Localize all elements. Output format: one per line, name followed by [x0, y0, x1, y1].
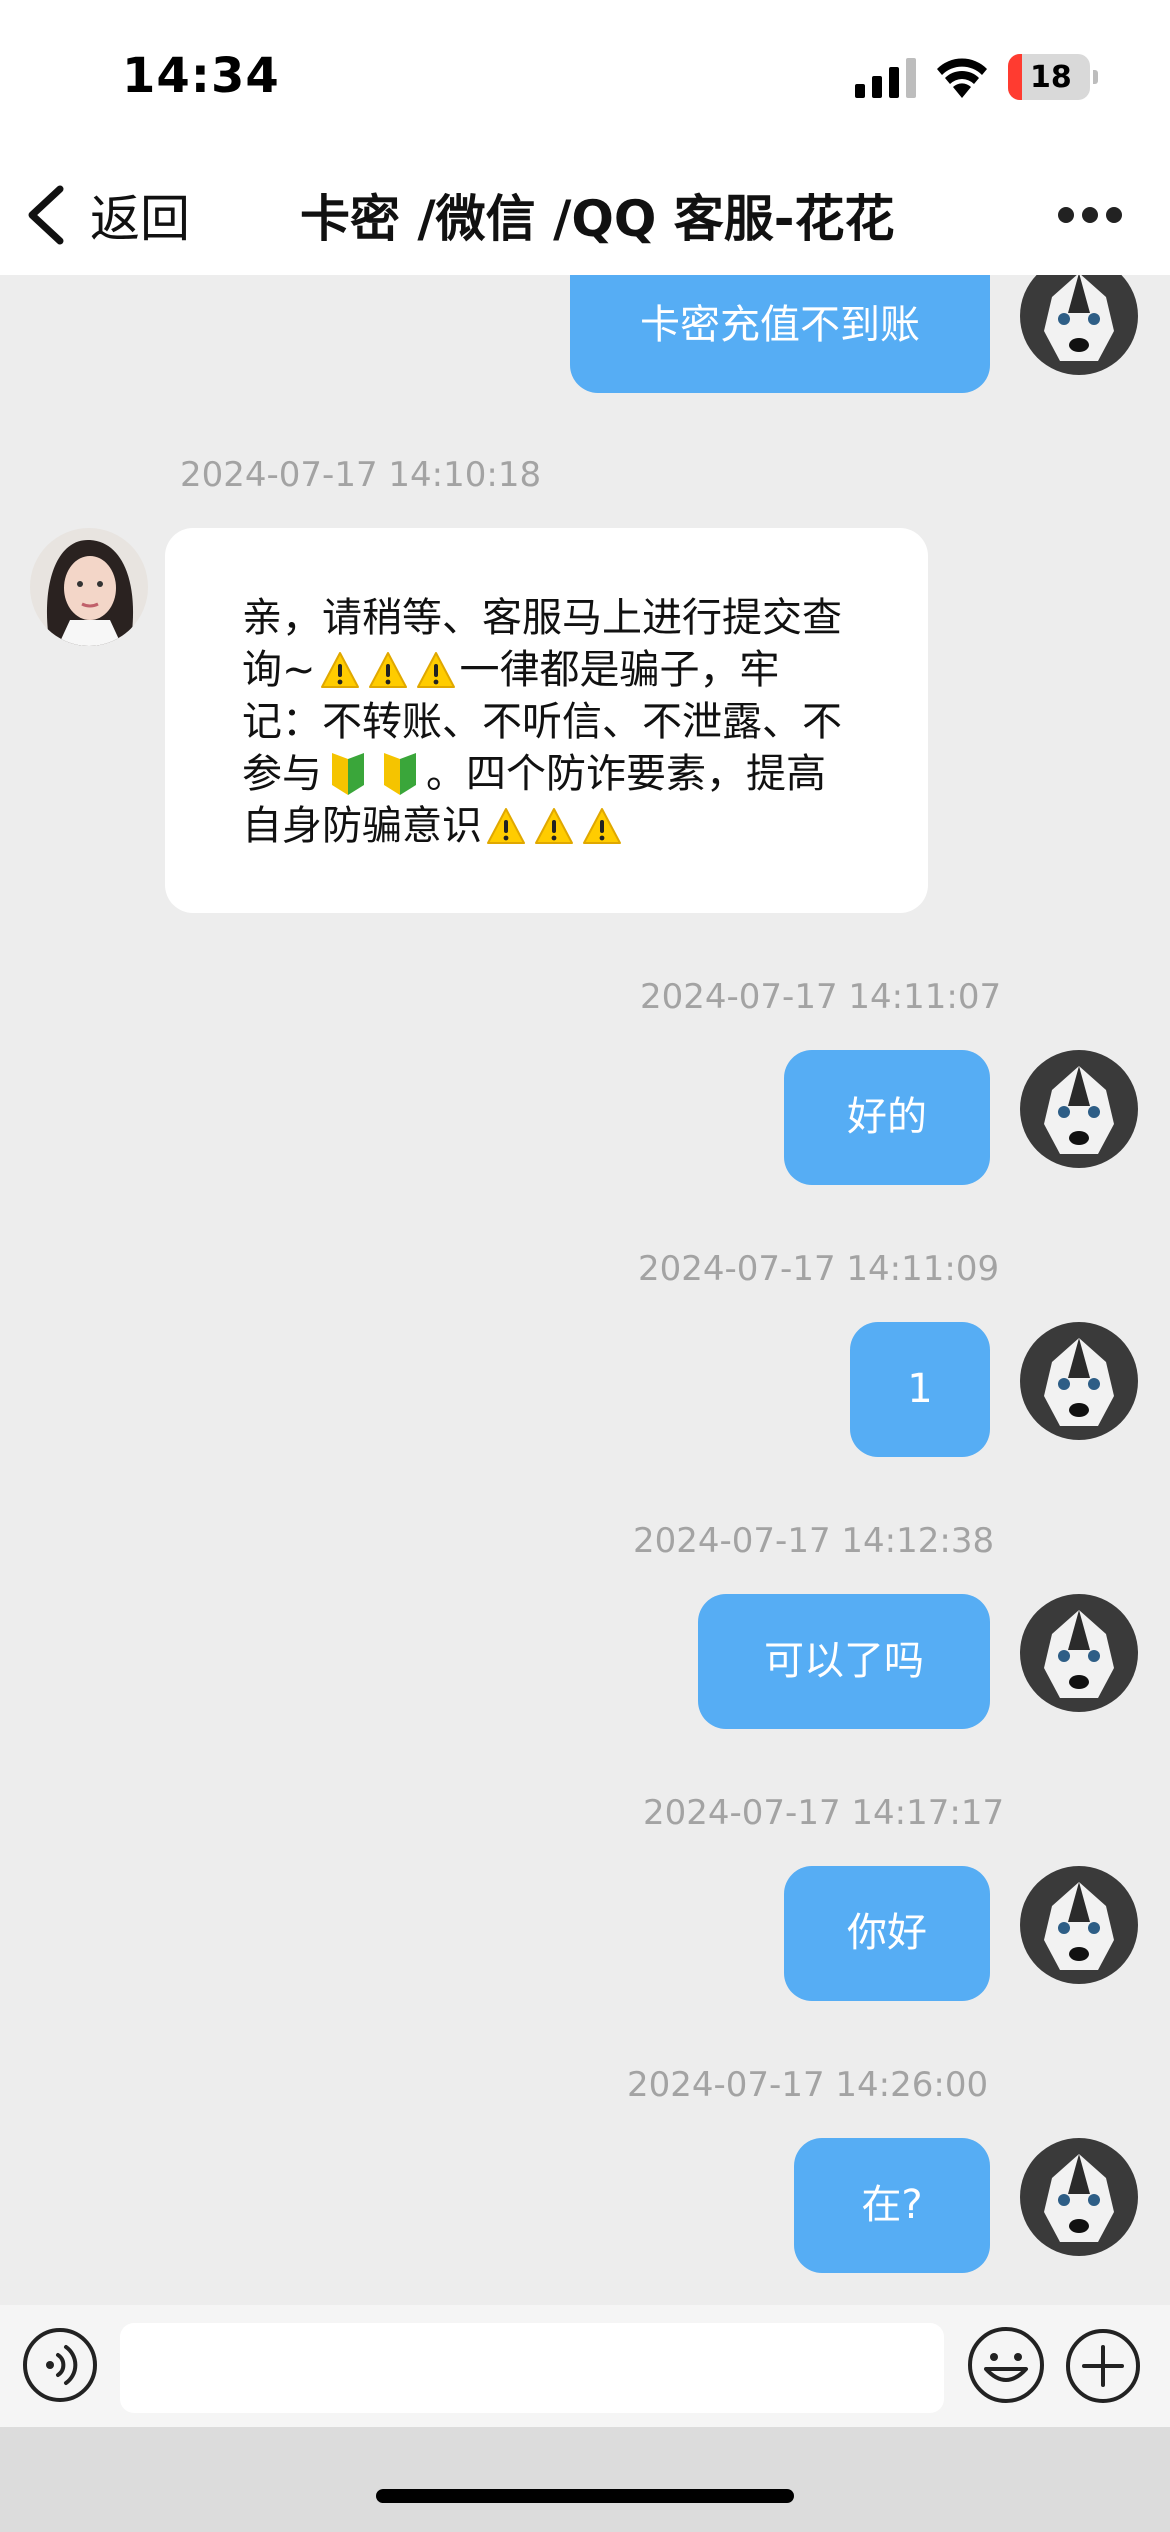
- message-text: 亲，请稍等、客服马上进行提交查: [242, 595, 842, 641]
- message-text: 。四个防诈要素，提高: [426, 751, 826, 797]
- home-indicator[interactable]: [376, 2489, 794, 2503]
- outgoing-message[interactable]: 1: [850, 1322, 990, 1457]
- message-text: 你好: [847, 1910, 927, 1956]
- warning-emoji-icon: [368, 652, 407, 688]
- message-text-line: 自身防骗意识: [242, 800, 884, 852]
- warning-emoji-icon: [535, 808, 573, 844]
- user-avatar[interactable]: [1020, 2138, 1138, 2256]
- status-time: 14:34: [122, 48, 280, 104]
- emoji-button[interactable]: [966, 2325, 1046, 2405]
- user-avatar[interactable]: [1020, 1594, 1138, 1712]
- message-text: 参与: [242, 751, 322, 797]
- user-avatar[interactable]: [1020, 1866, 1138, 1984]
- message-text: 自身防骗意识: [242, 803, 482, 849]
- message-timestamp: 2024-07-17 14:11:07: [640, 977, 1002, 1017]
- message-timestamp: 2024-07-17 14:10:18: [180, 455, 542, 495]
- message-timestamp: 2024-07-17 14:11:09: [638, 1249, 1000, 1289]
- user-avatar[interactable]: [1020, 1322, 1138, 1440]
- agent-avatar[interactable]: [30, 528, 148, 646]
- message-text-line: 参与 。四个防诈要素，提高: [242, 748, 884, 800]
- warning-emoji-icon: [487, 808, 525, 844]
- message-timestamp: 2024-07-17 14:17:17: [643, 1793, 1005, 1833]
- more-options-button[interactable]: [1058, 200, 1122, 230]
- message-text-line: 询~ 一律都是骗子，牢: [242, 644, 884, 696]
- warning-emoji-icon: [583, 808, 621, 844]
- message-text: 卡密充值不到账: [640, 302, 920, 348]
- outgoing-message[interactable]: 在?: [794, 2138, 990, 2273]
- back-label: 返回: [90, 190, 190, 248]
- user-avatar[interactable]: [1020, 275, 1138, 375]
- incoming-message[interactable]: 亲，请稍等、客服马上进行提交查 询~ 一律都是骗子，牢 记：不转账、不听信、不泄露…: [165, 528, 928, 913]
- wifi-icon: [937, 58, 987, 98]
- battery-icon: 18: [1008, 54, 1098, 100]
- message-text-line: 记：不转账、不听信、不泄露、不: [242, 696, 884, 748]
- beginner-symbol-emoji-icon: [384, 753, 416, 795]
- message-timestamp: 2024-07-17 14:12:38: [633, 1521, 995, 1561]
- message-list[interactable]: 卡密充值不到账 2024-07-17 14:10:18 亲，请稍等、客服马上进行…: [0, 275, 1170, 2305]
- more-dot-icon: [1058, 207, 1074, 223]
- warning-emoji-icon: [416, 652, 455, 688]
- beginner-symbol-emoji-icon: [332, 753, 364, 795]
- message-text: 好的: [847, 1094, 927, 1140]
- chevron-left-icon: [28, 185, 64, 245]
- back-button[interactable]: 返回: [24, 175, 190, 255]
- add-more-button[interactable]: [1064, 2327, 1142, 2405]
- battery-level: 18: [1030, 60, 1072, 95]
- chat-title: 卡密 /微信 /QQ 客服-花花: [300, 190, 895, 248]
- message-text: 一律都是骗子，牢: [459, 647, 780, 693]
- more-dot-icon: [1106, 207, 1122, 223]
- message-text-line: 亲，请稍等、客服马上进行提交查: [242, 592, 884, 644]
- message-timestamp: 2024-07-17 14:26:00: [627, 2065, 989, 2105]
- outgoing-message[interactable]: 可以了吗: [698, 1594, 990, 1729]
- more-dot-icon: [1082, 207, 1098, 223]
- message-input[interactable]: [120, 2323, 944, 2413]
- navigation-bar: 返回 卡密 /微信 /QQ 客服-花花: [0, 155, 1170, 275]
- message-text: 1: [907, 1366, 933, 1412]
- message-text: 记：不转账、不听信、不泄露、不: [242, 699, 842, 745]
- voice-input-button[interactable]: [22, 2327, 98, 2403]
- message-input-bar: [0, 2305, 1170, 2427]
- cellular-signal-icon: [855, 58, 916, 98]
- message-text: 可以了吗: [764, 1638, 924, 1684]
- warning-emoji-icon: [320, 652, 359, 688]
- chat-screen: 14:34 18 返回 卡密 /微信 /QQ 客服-花花 卡密充值不到账 202…: [0, 0, 1170, 2532]
- outgoing-message[interactable]: 你好: [784, 1866, 990, 2001]
- outgoing-message[interactable]: 好的: [784, 1050, 990, 1185]
- message-text: 询~: [242, 647, 316, 693]
- status-bar: 14:34 18: [0, 0, 1170, 155]
- outgoing-message[interactable]: 卡密充值不到账: [570, 275, 990, 393]
- user-avatar[interactable]: [1020, 1050, 1138, 1168]
- message-text: 在?: [861, 2182, 923, 2228]
- home-indicator-area: [0, 2427, 1170, 2532]
